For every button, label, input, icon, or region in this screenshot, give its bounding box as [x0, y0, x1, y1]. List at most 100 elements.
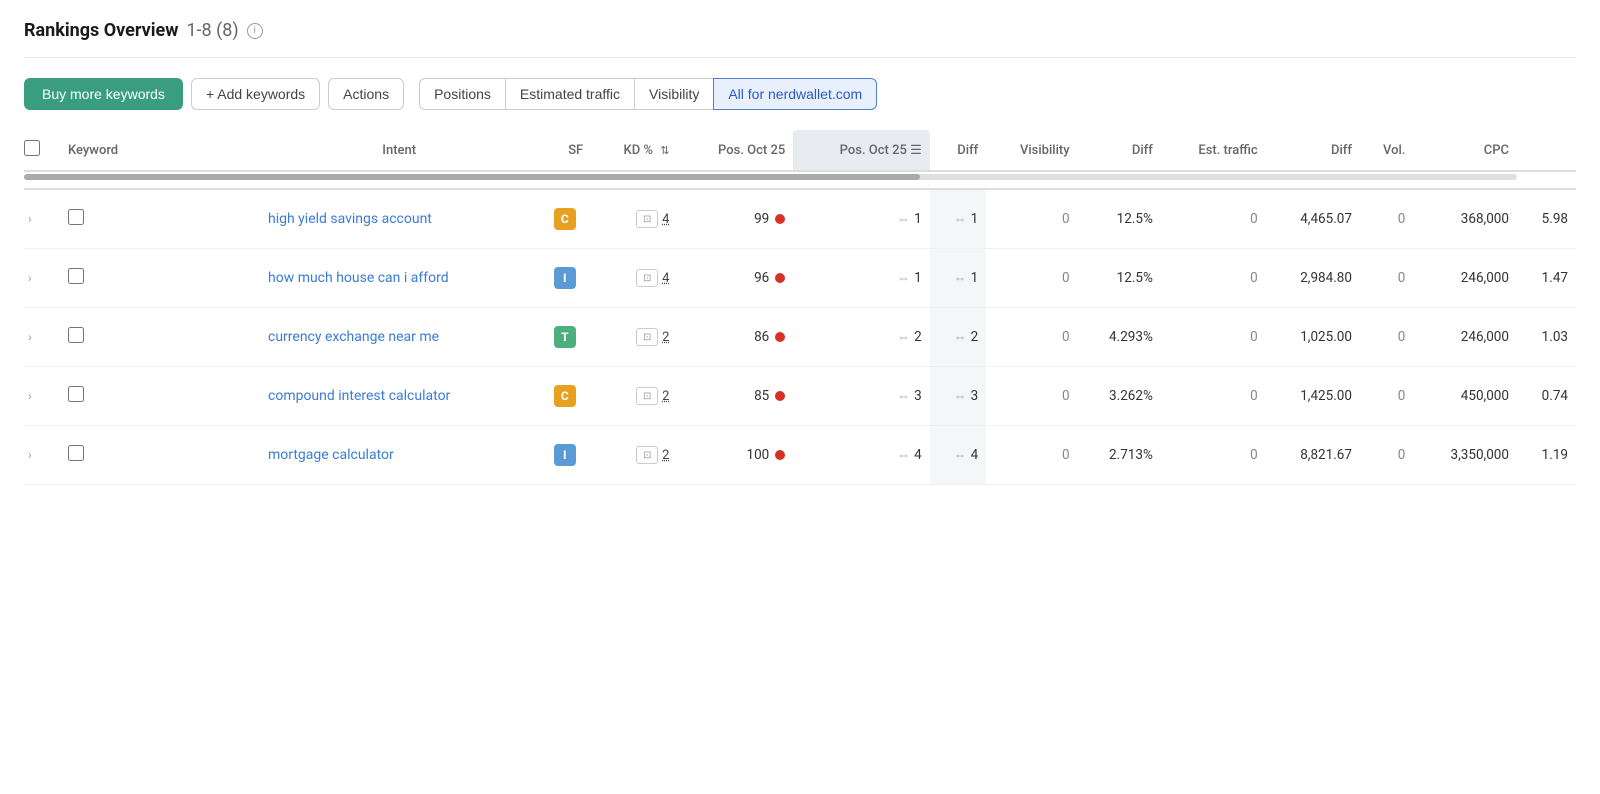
row-checkbox[interactable] [68, 327, 84, 343]
keyword-link[interactable]: how much house can i afford [268, 270, 449, 286]
link-icon-2: ⇔ [954, 211, 967, 227]
row-expander[interactable]: › [24, 385, 36, 407]
diff2-value: 0 [1161, 367, 1266, 426]
sf-serp-icon: ⊡ [636, 328, 658, 346]
kd-value: 99 [754, 211, 769, 227]
row-checkbox[interactable] [68, 209, 84, 225]
pos2-value: 1 [971, 211, 979, 227]
page-title: Rankings Overview [24, 20, 178, 41]
est-traffic-value: 1,425.00 [1266, 367, 1360, 426]
diff2-value: 0 [1161, 249, 1266, 308]
kd-value: 96 [754, 270, 769, 286]
cpc-value: 1.47 [1517, 249, 1576, 308]
add-keywords-button[interactable]: + Add keywords [191, 78, 320, 110]
pos2-cell: ⇔ 1 [938, 270, 978, 286]
row-expander[interactable]: › [24, 208, 36, 230]
table-row: › high yield savings account C ⊡ 4 99 ⇔ [24, 189, 1576, 249]
kd-difficulty-dot [775, 391, 785, 401]
vol-value: 3,350,000 [1413, 426, 1517, 485]
intent-badge: C [554, 208, 576, 230]
pos1-cell: ⇔ 1 [801, 211, 922, 227]
sf-serp-icon: ⊡ [636, 387, 658, 405]
diff1-value: 0 [986, 249, 1077, 308]
kd-value: 86 [754, 329, 769, 345]
pos1-value: 3 [914, 388, 922, 404]
pos2-filter-icon: ☰ [910, 143, 922, 158]
cpc-value: 1.03 [1517, 308, 1576, 367]
buy-keywords-button[interactable]: Buy more keywords [24, 78, 183, 110]
info-icon[interactable]: i [247, 23, 263, 39]
scroll-track[interactable] [24, 174, 1517, 180]
diff3-value: 0 [1360, 367, 1413, 426]
pos2-cell: ⇔ 2 [938, 329, 978, 345]
cpc-value: 1.19 [1517, 426, 1576, 485]
pos1-cell: ⇔ 3 [801, 388, 922, 404]
pos1-value: 1 [914, 211, 922, 227]
link-icon-1: ⇔ [897, 447, 910, 463]
diff3-value: 0 [1360, 189, 1413, 249]
sf-serp-icon: ⊡ [636, 446, 658, 464]
link-icon-2: ⇔ [954, 270, 967, 286]
tab-estimated-traffic[interactable]: Estimated traffic [505, 78, 635, 110]
link-icon-2: ⇔ [954, 388, 967, 404]
link-icon-1: ⇔ [897, 329, 910, 345]
link-icon-1: ⇔ [897, 211, 910, 227]
col-header-kd[interactable]: KD % ⇅ [591, 130, 677, 171]
tab-positions[interactable]: Positions [419, 78, 506, 110]
sf-number: 2 [662, 389, 669, 404]
page-header: Rankings Overview 1-8 (8) i [24, 20, 1576, 58]
select-all-checkbox[interactable] [24, 140, 40, 156]
row-checkbox[interactable] [68, 268, 84, 284]
kd-value: 100 [746, 447, 769, 463]
toolbar: Buy more keywords + Add keywords Actions… [24, 78, 1576, 110]
kd-cell: 96 [685, 270, 785, 286]
col-header-keyword: Keyword [60, 130, 260, 171]
row-checkbox[interactable] [68, 445, 84, 461]
kd-difficulty-dot [775, 332, 785, 342]
page-title-range: 1-8 (8) [186, 20, 238, 41]
row-expander[interactable]: › [24, 267, 36, 289]
tab-all-for[interactable]: All for nerdwallet.com [713, 78, 877, 110]
row-expander[interactable]: › [24, 326, 36, 348]
pos2-cell: ⇔ 1 [938, 211, 978, 227]
intent-badge: T [554, 326, 576, 348]
keyword-link[interactable]: compound interest calculator [268, 388, 450, 404]
scroll-row [24, 171, 1576, 189]
col-header-pos2[interactable]: Pos. Oct 25 ☰ [793, 130, 930, 171]
diff2-value: 0 [1161, 426, 1266, 485]
diff1-value: 0 [986, 189, 1077, 249]
keyword-link[interactable]: mortgage calculator [268, 447, 394, 463]
rankings-table: Keyword Intent SF KD % ⇅ Pos. Oct 25 Pos… [24, 130, 1576, 485]
actions-button[interactable]: Actions [328, 78, 404, 110]
col-header-diff3: Diff [1266, 130, 1360, 171]
view-tab-group: Positions Estimated traffic Visibility A… [420, 78, 877, 110]
sf-number: 2 [662, 330, 669, 345]
tab-visibility[interactable]: Visibility [634, 78, 714, 110]
row-checkbox[interactable] [68, 386, 84, 402]
vol-value: 246,000 [1413, 249, 1517, 308]
vol-value: 368,000 [1413, 189, 1517, 249]
col-header-visibility: Visibility [986, 130, 1077, 171]
kd-cell: 86 [685, 329, 785, 345]
sf-number: 4 [662, 271, 669, 286]
kd-difficulty-dot [775, 214, 785, 224]
visibility-value: 2.713% [1078, 426, 1161, 485]
pos1-value: 4 [914, 447, 922, 463]
table-row: › currency exchange near me T ⊡ 2 86 ⇔ [24, 308, 1576, 367]
kd-cell: 100 [685, 447, 785, 463]
keyword-link[interactable]: currency exchange near me [268, 329, 439, 345]
kd-value: 85 [754, 388, 769, 404]
vol-value: 450,000 [1413, 367, 1517, 426]
table-row: › compound interest calculator C ⊡ 2 85 … [24, 367, 1576, 426]
col-header-pos1[interactable]: Pos. Oct 25 [677, 130, 793, 171]
est-traffic-value: 1,025.00 [1266, 308, 1360, 367]
pos1-cell: ⇔ 2 [801, 329, 922, 345]
keyword-link[interactable]: high yield savings account [268, 211, 432, 227]
pos2-value: 2 [971, 329, 979, 345]
link-icon-1: ⇔ [897, 388, 910, 404]
sf-number: 2 [662, 448, 669, 463]
pos1-cell: ⇔ 1 [801, 270, 922, 286]
est-traffic-value: 4,465.07 [1266, 189, 1360, 249]
scroll-thumb [24, 174, 920, 180]
row-expander[interactable]: › [24, 444, 36, 466]
